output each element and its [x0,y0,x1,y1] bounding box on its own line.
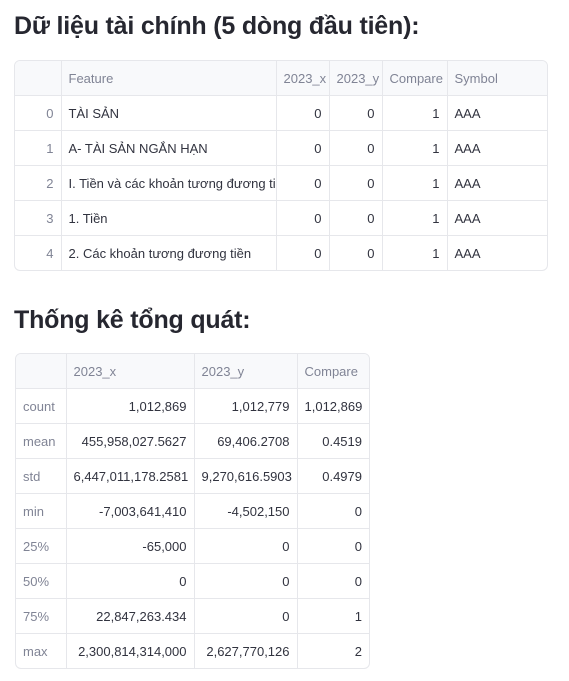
cell-compare[interactable]: 1 [382,95,448,131]
cell-2023-y[interactable]: 69,406.2708 [194,423,298,459]
column-header-2023-x[interactable]: 2023_x [66,354,195,389]
cell-2023-y[interactable]: 0 [194,528,298,564]
row-index[interactable]: 1 [15,130,62,166]
column-header-2023-y[interactable]: 2023_y [194,354,298,389]
row-stat-label[interactable]: std [16,458,67,494]
cell-compare[interactable]: 1 [382,130,448,166]
cell-2023-y[interactable]: 0 [329,95,383,131]
column-header-compare[interactable]: Compare [382,61,448,96]
table-row: count 1,012,869 1,012,779 1,012,869 [16,388,369,424]
cell-2023-x[interactable]: 0 [276,130,330,166]
cell-2023-x[interactable]: 0 [66,563,195,599]
cell-2023-x[interactable]: 2,300,814,314,000 [66,633,195,668]
table-row: 50% 0 0 0 [16,563,369,599]
cell-compare[interactable]: 1,012,869 [297,388,369,424]
preview-heading: Dữ liệu tài chính (5 dòng đầu tiên): [14,12,420,40]
cell-symbol[interactable]: AAA [447,95,547,131]
cell-compare[interactable]: 0.4519 [297,423,369,459]
table-row: max 2,300,814,314,000 2,627,770,126 2 [16,633,369,669]
row-stat-label[interactable]: 25% [16,528,67,564]
row-index[interactable]: 2 [15,165,62,201]
cell-symbol[interactable]: AAA [447,165,547,201]
cell-2023-x[interactable]: 0 [276,165,330,201]
stats-heading: Thống kê tổng quát: [14,306,251,334]
cell-2023-x[interactable]: -7,003,641,410 [66,493,195,529]
cell-2023-y[interactable]: 0 [194,563,298,599]
column-header-feature[interactable]: Feature [61,61,277,96]
column-header-2023-x[interactable]: 2023_x [276,61,330,96]
row-stat-label[interactable]: mean [16,423,67,459]
cell-2023-y[interactable]: 2,627,770,126 [194,633,298,668]
stats-table[interactable]: 2023_x 2023_y Compare count 1,012,869 1,01… [15,353,370,669]
cell-compare[interactable]: 0 [297,563,369,599]
cell-2023-y[interactable]: 0 [194,598,298,634]
cell-2023-x[interactable]: 1,012,869 [66,388,195,424]
column-header-index[interactable] [16,354,67,389]
cell-2023-x[interactable]: 6,447,011,178.2581 [66,458,195,494]
row-stat-label[interactable]: min [16,493,67,529]
row-stat-label[interactable]: 50% [16,563,67,599]
cell-symbol[interactable]: AAA [447,130,547,166]
table-row: 2 I. Tiền và các khoản tương đương tiền 0 0… [15,165,547,201]
table-header-row: 2023_x 2023_y Compare [16,354,369,389]
cell-2023-x[interactable]: 0 [276,95,330,131]
cell-2023-y[interactable]: 1,012,779 [194,388,298,424]
cell-2023-y[interactable]: 0 [329,130,383,166]
column-header-index[interactable] [15,61,62,96]
cell-2023-x[interactable]: -65,000 [66,528,195,564]
column-header-compare[interactable]: Compare [297,354,369,389]
row-stat-label[interactable]: count [16,388,67,424]
cell-feature[interactable]: 1. Tiền [61,200,277,236]
cell-2023-x[interactable]: 455,958,027.5627 [66,423,195,459]
row-stat-label[interactable]: max [16,633,67,668]
cell-compare[interactable]: 0 [297,493,369,529]
table-row: mean 455,958,027.5627 69,406.2708 0.4519 [16,423,369,459]
table-row: 0 TÀI SẢN 0 0 1 AAA [15,95,547,131]
cell-2023-y[interactable]: 0 [329,165,383,201]
cell-feature[interactable]: TÀI SẢN [61,95,277,131]
cell-compare[interactable]: 1 [382,165,448,201]
table-row: 1 A- TÀI SẢN NGẮN HẠN 0 0 1 AAA [15,130,547,166]
row-index[interactable]: 3 [15,200,62,236]
cell-2023-y[interactable]: 0 [329,200,383,236]
table-row: 4 2. Các khoản tương đương tiền 0 0 1 AAA [15,235,547,271]
table-row: std 6,447,011,178.2581 9,270,616.5903 0.497… [16,458,369,494]
preview-table[interactable]: Feature 2023_x 2023_y Compare Symbol 0 TÀ… [14,60,548,271]
column-header-symbol[interactable]: Symbol [447,61,547,96]
cell-compare[interactable]: 1 [297,598,369,634]
column-header-2023-y[interactable]: 2023_y [329,61,383,96]
row-index[interactable]: 4 [15,235,62,270]
cell-compare[interactable]: 0 [297,528,369,564]
cell-compare[interactable]: 0.4979 [297,458,369,494]
cell-compare[interactable]: 1 [382,200,448,236]
cell-symbol[interactable]: AAA [447,200,547,236]
cell-feature[interactable]: A- TÀI SẢN NGẮN HẠN [61,130,277,166]
table-row: 3 1. Tiền 0 0 1 AAA [15,200,547,236]
cell-feature[interactable]: I. Tiền và các khoản tương đương tiền [61,165,277,201]
row-index[interactable]: 0 [15,95,62,131]
cell-2023-x[interactable]: 0 [276,200,330,236]
cell-2023-y[interactable]: 9,270,616.5903 [194,458,298,494]
table-header-row: Feature 2023_x 2023_y Compare Symbol [15,61,547,96]
cell-2023-y[interactable]: 0 [329,235,383,270]
cell-2023-y[interactable]: -4,502,150 [194,493,298,529]
table-row: 25% -65,000 0 0 [16,528,369,564]
cell-compare[interactable]: 2 [297,634,369,669]
cell-2023-x[interactable]: 22,847,263.434 [66,598,195,634]
cell-2023-x[interactable]: 0 [276,235,330,270]
row-stat-label[interactable]: 75% [16,598,67,634]
cell-feature[interactable]: 2. Các khoản tương đương tiền [61,235,277,270]
cell-symbol[interactable]: AAA [447,236,547,271]
table-row: 75% 22,847,263.434 0 1 [16,598,369,634]
cell-compare[interactable]: 1 [382,235,448,270]
table-row: min -7,003,641,410 -4,502,150 0 [16,493,369,529]
